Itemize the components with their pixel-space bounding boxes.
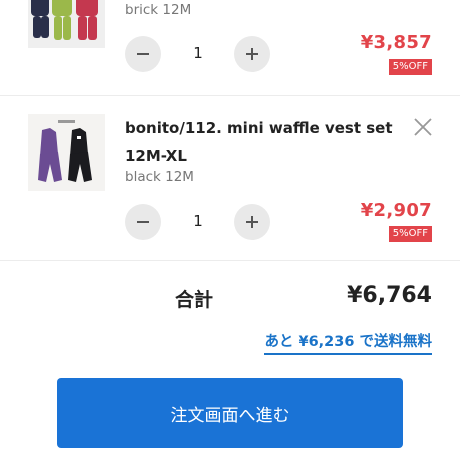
total-value: ¥6,764	[347, 283, 432, 308]
discount-badge: 5%OFF	[388, 226, 432, 242]
item-price: ¥3,857	[360, 32, 432, 53]
cart-item: brick 12M 1 ¥3,857 5%OFF	[0, 0, 460, 94]
quantity-value: 1	[193, 212, 203, 230]
product-image	[28, 0, 105, 48]
quantity-value: 1	[193, 44, 203, 62]
plus-icon	[246, 48, 258, 60]
item-variant: brick 12M	[125, 2, 192, 18]
decrease-quantity-button[interactable]	[125, 36, 161, 72]
close-icon	[414, 118, 432, 136]
item-variant: black 12M	[125, 169, 194, 185]
product-thumbnail[interactable]	[28, 114, 105, 191]
discount-badge: 5%OFF	[388, 59, 432, 75]
product-image	[28, 114, 105, 191]
minus-icon	[137, 221, 149, 223]
item-name[interactable]: bonito/112. mini waffle vest set 12M-XL	[125, 114, 405, 170]
total-label: 合計	[175, 289, 214, 311]
decrease-quantity-button[interactable]	[125, 204, 161, 240]
increase-quantity-button[interactable]	[234, 204, 270, 240]
minus-icon	[137, 53, 149, 55]
remove-item-button[interactable]	[412, 116, 434, 138]
cart-item: bonito/112. mini waffle vest set 12M-XL …	[0, 95, 460, 261]
checkout-button[interactable]: 注文画面へ進む	[57, 378, 403, 448]
plus-icon	[246, 216, 258, 228]
item-price: ¥2,907	[360, 200, 432, 221]
product-thumbnail[interactable]	[28, 0, 105, 48]
free-shipping-link[interactable]: あと ¥6,236 で送料無料	[264, 330, 432, 355]
increase-quantity-button[interactable]	[234, 36, 270, 72]
